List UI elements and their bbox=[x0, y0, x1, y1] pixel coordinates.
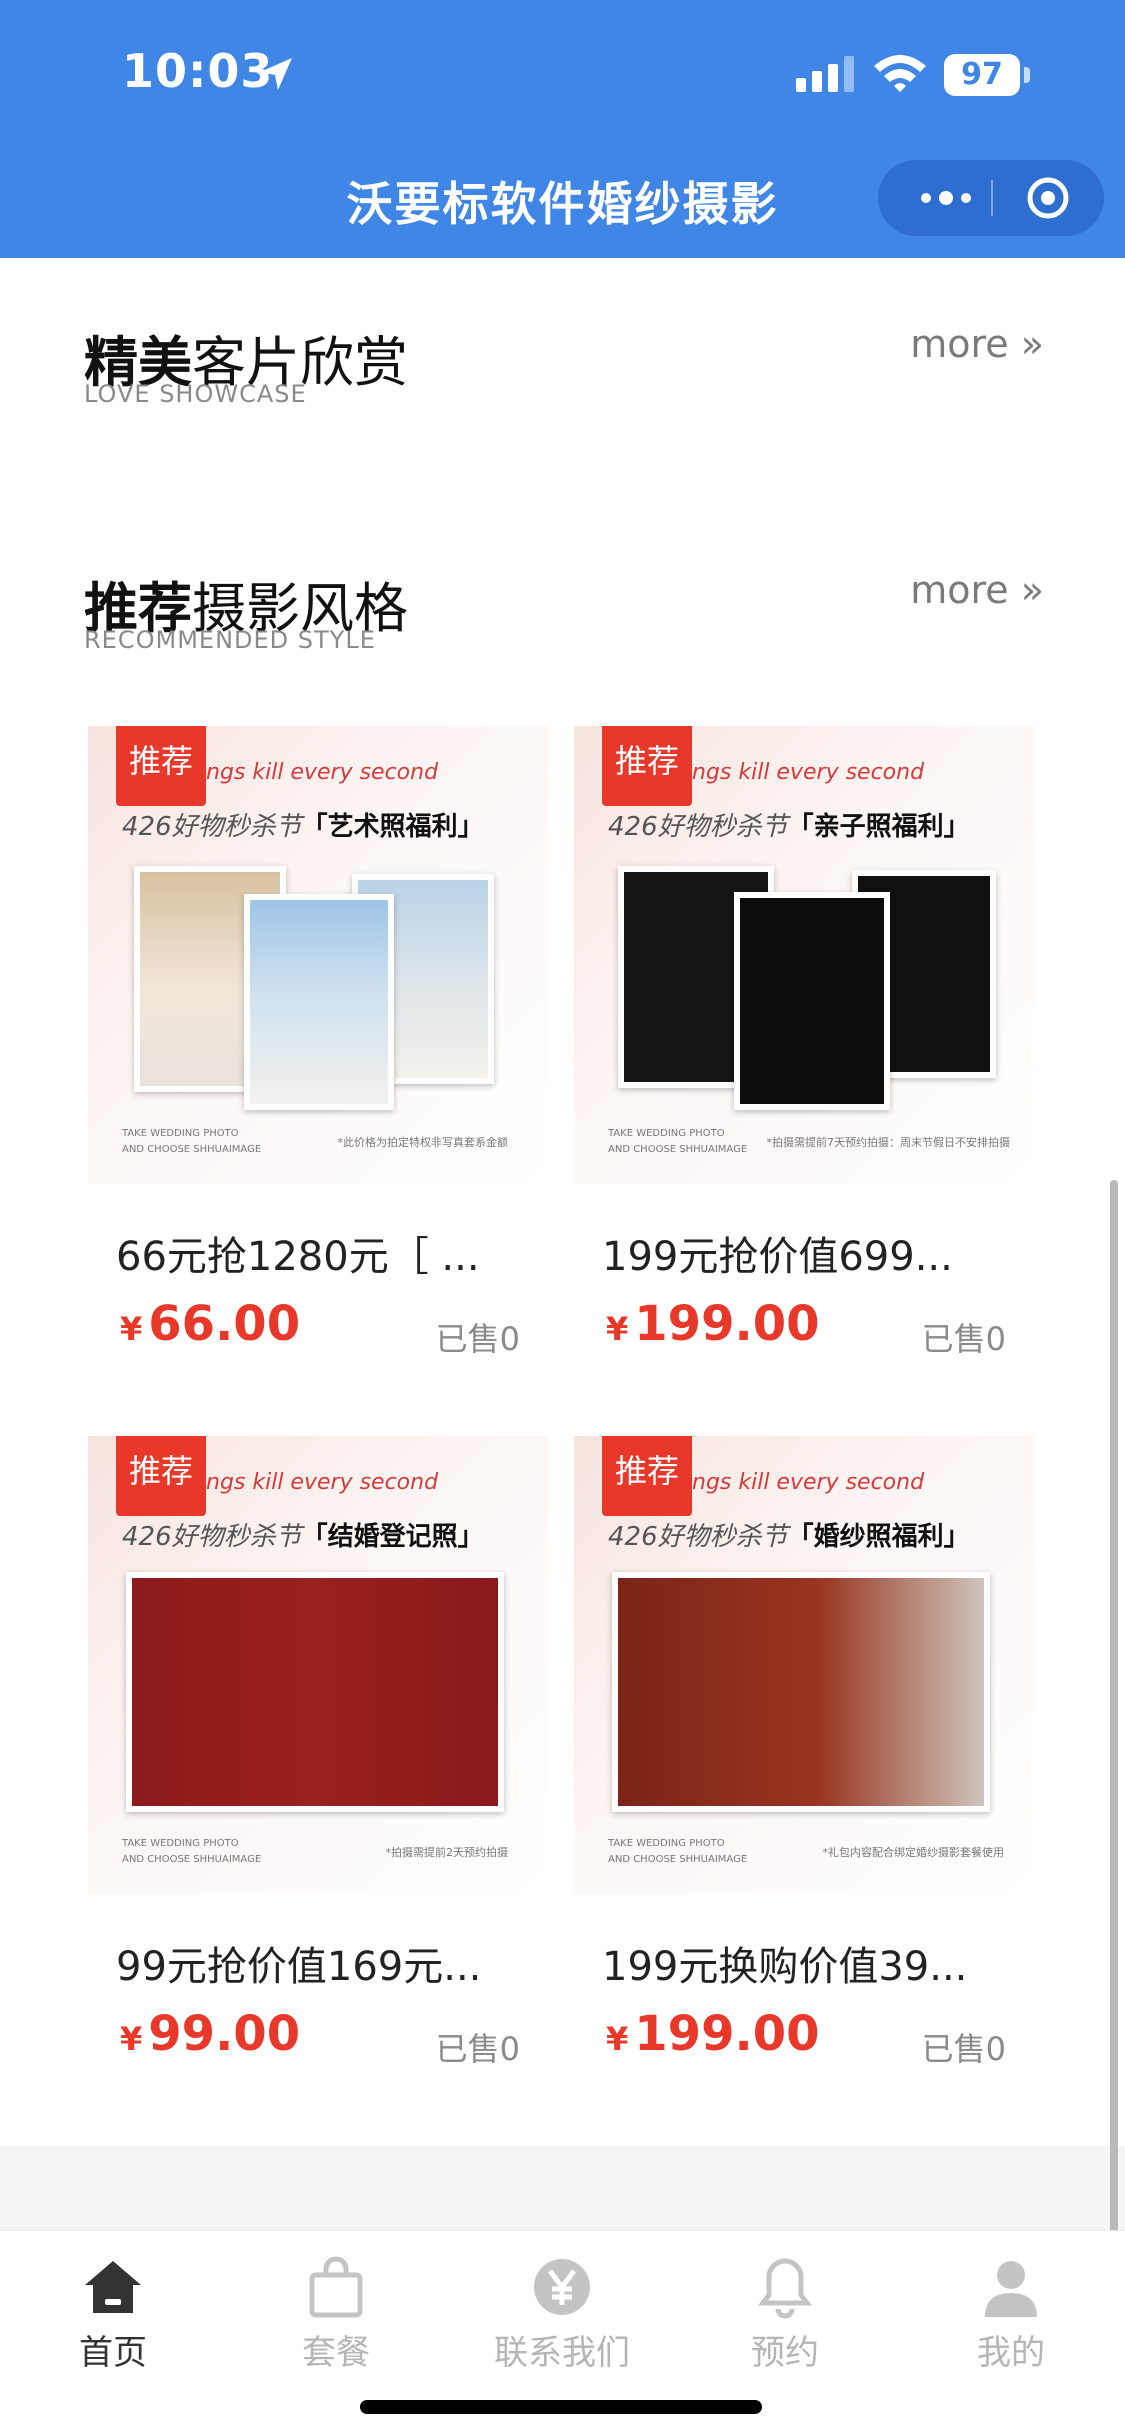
product-price: ¥199.00 bbox=[606, 1296, 820, 1352]
home-indicator bbox=[360, 2400, 762, 2414]
section-divider bbox=[0, 2146, 1125, 2230]
signal-icon bbox=[796, 56, 854, 92]
section-showcase-header: 精美客片欣赏 LOVE SHOWCASE more » bbox=[84, 318, 1044, 428]
yen-icon bbox=[534, 2259, 590, 2315]
sold-count: 已售0 bbox=[921, 1320, 1006, 1358]
image-footer-left: TAKE WEDDING PHOTO AND CHOOSE SHHUAIMAGE bbox=[608, 1128, 748, 1155]
product-card[interactable]: 推荐 ngs kill every second 426好物秒杀节「结婚登记照」… bbox=[88, 1436, 548, 2086]
product-card[interactable]: 推荐 ngs kill every second 426好物秒杀节「艺术照福利」… bbox=[88, 726, 548, 1376]
product-name[interactable]: 66元抢1280元［ ... bbox=[116, 1224, 526, 1282]
product-price: ¥66.00 bbox=[120, 1296, 301, 1352]
banner-chinese: 426好物秒杀节「结婚登记照」 bbox=[122, 1522, 484, 1552]
more-dots-icon[interactable] bbox=[916, 182, 976, 214]
image-footer-note: *礼包内容配合绑定婚纱摄影套餐使用 bbox=[822, 1846, 1005, 1859]
scrollbar[interactable] bbox=[1110, 1180, 1118, 2240]
showcase-more-link[interactable]: more » bbox=[910, 322, 1044, 366]
battery-level: 97 bbox=[944, 54, 1020, 96]
product-image[interactable]: 推荐 ngs kill every second 426好物秒杀节「亲子照福利」… bbox=[574, 726, 1034, 1184]
tab-label: 首页 bbox=[79, 2333, 147, 2373]
sold-count: 已售0 bbox=[435, 2030, 520, 2068]
recommend-badge: 推荐 bbox=[602, 1436, 692, 1516]
sample-photo bbox=[126, 1572, 504, 1812]
recommend-badge: 推荐 bbox=[116, 1436, 206, 1516]
section-recommended-header: 推荐摄影风格 RECOMMENDED STYLE more » bbox=[84, 564, 1044, 674]
sold-count: 已售0 bbox=[435, 1320, 520, 1358]
product-image[interactable]: 推荐 ngs kill every second 426好物秒杀节「艺术照福利」… bbox=[88, 726, 548, 1184]
banner-english: ngs kill every second bbox=[206, 1470, 439, 1495]
banner-chinese: 426好物秒杀节「婚纱照福利」 bbox=[608, 1522, 970, 1552]
banner-english: ngs kill every second bbox=[692, 1470, 925, 1495]
image-footer-left: TAKE WEDDING PHOTO AND CHOOSE SHHUAIMAGE bbox=[608, 1838, 748, 1865]
banner-english: ngs kill every second bbox=[206, 760, 439, 785]
product-name[interactable]: 99元抢价值169元... bbox=[116, 1934, 526, 1992]
tab-mine[interactable]: 我的 bbox=[926, 2255, 1096, 2375]
recommended-more-link[interactable]: more » bbox=[910, 568, 1044, 612]
section-subtitle: RECOMMENDED STYLE bbox=[84, 626, 376, 654]
tab-label: 我的 bbox=[977, 2333, 1045, 2373]
user-icon bbox=[985, 2261, 1037, 2317]
sample-photo bbox=[612, 1572, 990, 1812]
bag-icon bbox=[309, 2256, 363, 2318]
wifi-icon bbox=[874, 55, 926, 92]
image-footer-note: *拍摄需提前2天预约拍摄 bbox=[385, 1846, 509, 1859]
tab-contact[interactable]: 联系我们 bbox=[477, 2255, 647, 2375]
recommend-badge: 推荐 bbox=[116, 726, 206, 806]
product-price: ¥199.00 bbox=[606, 2006, 820, 2062]
banner-chinese: 426好物秒杀节「亲子照福利」 bbox=[608, 812, 970, 842]
section-subtitle: LOVE SHOWCASE bbox=[84, 380, 307, 408]
tab-label: 套餐 bbox=[302, 2333, 370, 2373]
tab-label: 预约 bbox=[751, 2333, 819, 2373]
home-icon bbox=[85, 2261, 141, 2313]
sold-count: 已售0 bbox=[921, 2030, 1006, 2068]
tab-home[interactable]: 首页 bbox=[28, 2255, 198, 2375]
product-card[interactable]: 推荐 ngs kill every second 426好物秒杀节「婚纱照福利」… bbox=[574, 1436, 1034, 2086]
image-footer-note: *拍摄需提前7天预约拍摄：周末节假日不安排拍摄 bbox=[766, 1136, 1011, 1149]
mini-program-capsule bbox=[878, 160, 1104, 236]
tab-booking[interactable]: 预约 bbox=[700, 2255, 870, 2375]
top-bar: 10:03 97 沃要标软件婚纱摄影 bbox=[0, 0, 1125, 258]
close-target-icon[interactable] bbox=[1026, 176, 1070, 220]
location-arrow-icon bbox=[260, 58, 292, 90]
product-name[interactable]: 199元抢价值699... bbox=[602, 1224, 1012, 1282]
tab-label: 联系我们 bbox=[494, 2333, 630, 2373]
product-name[interactable]: 199元换购价值39... bbox=[602, 1934, 1012, 1992]
sample-photo bbox=[734, 892, 890, 1110]
bell-icon bbox=[758, 2258, 812, 2319]
sample-photo bbox=[244, 894, 394, 1110]
banner-english: ngs kill every second bbox=[692, 760, 925, 785]
image-footer-note: *此价格为拍定特权非写真套系金额 bbox=[337, 1136, 509, 1149]
status-time: 10:03 bbox=[122, 44, 274, 98]
image-footer-left: TAKE WEDDING PHOTO AND CHOOSE SHHUAIMAGE bbox=[122, 1838, 262, 1865]
product-card[interactable]: 推荐 ngs kill every second 426好物秒杀节「亲子照福利」… bbox=[574, 726, 1034, 1376]
banner-chinese: 426好物秒杀节「艺术照福利」 bbox=[122, 812, 484, 842]
product-price: ¥99.00 bbox=[120, 2006, 301, 2062]
tab-package[interactable]: 套餐 bbox=[251, 2255, 421, 2375]
image-footer-left: TAKE WEDDING PHOTO AND CHOOSE SHHUAIMAGE bbox=[122, 1128, 262, 1155]
battery-indicator: 97 bbox=[944, 54, 1030, 96]
product-image[interactable]: 推荐 ngs kill every second 426好物秒杀节「婚纱照福利」… bbox=[574, 1436, 1034, 1894]
recommend-badge: 推荐 bbox=[602, 726, 692, 806]
product-image[interactable]: 推荐 ngs kill every second 426好物秒杀节「结婚登记照」… bbox=[88, 1436, 548, 1894]
battery-tip bbox=[1024, 67, 1030, 83]
capsule-divider bbox=[991, 180, 993, 216]
